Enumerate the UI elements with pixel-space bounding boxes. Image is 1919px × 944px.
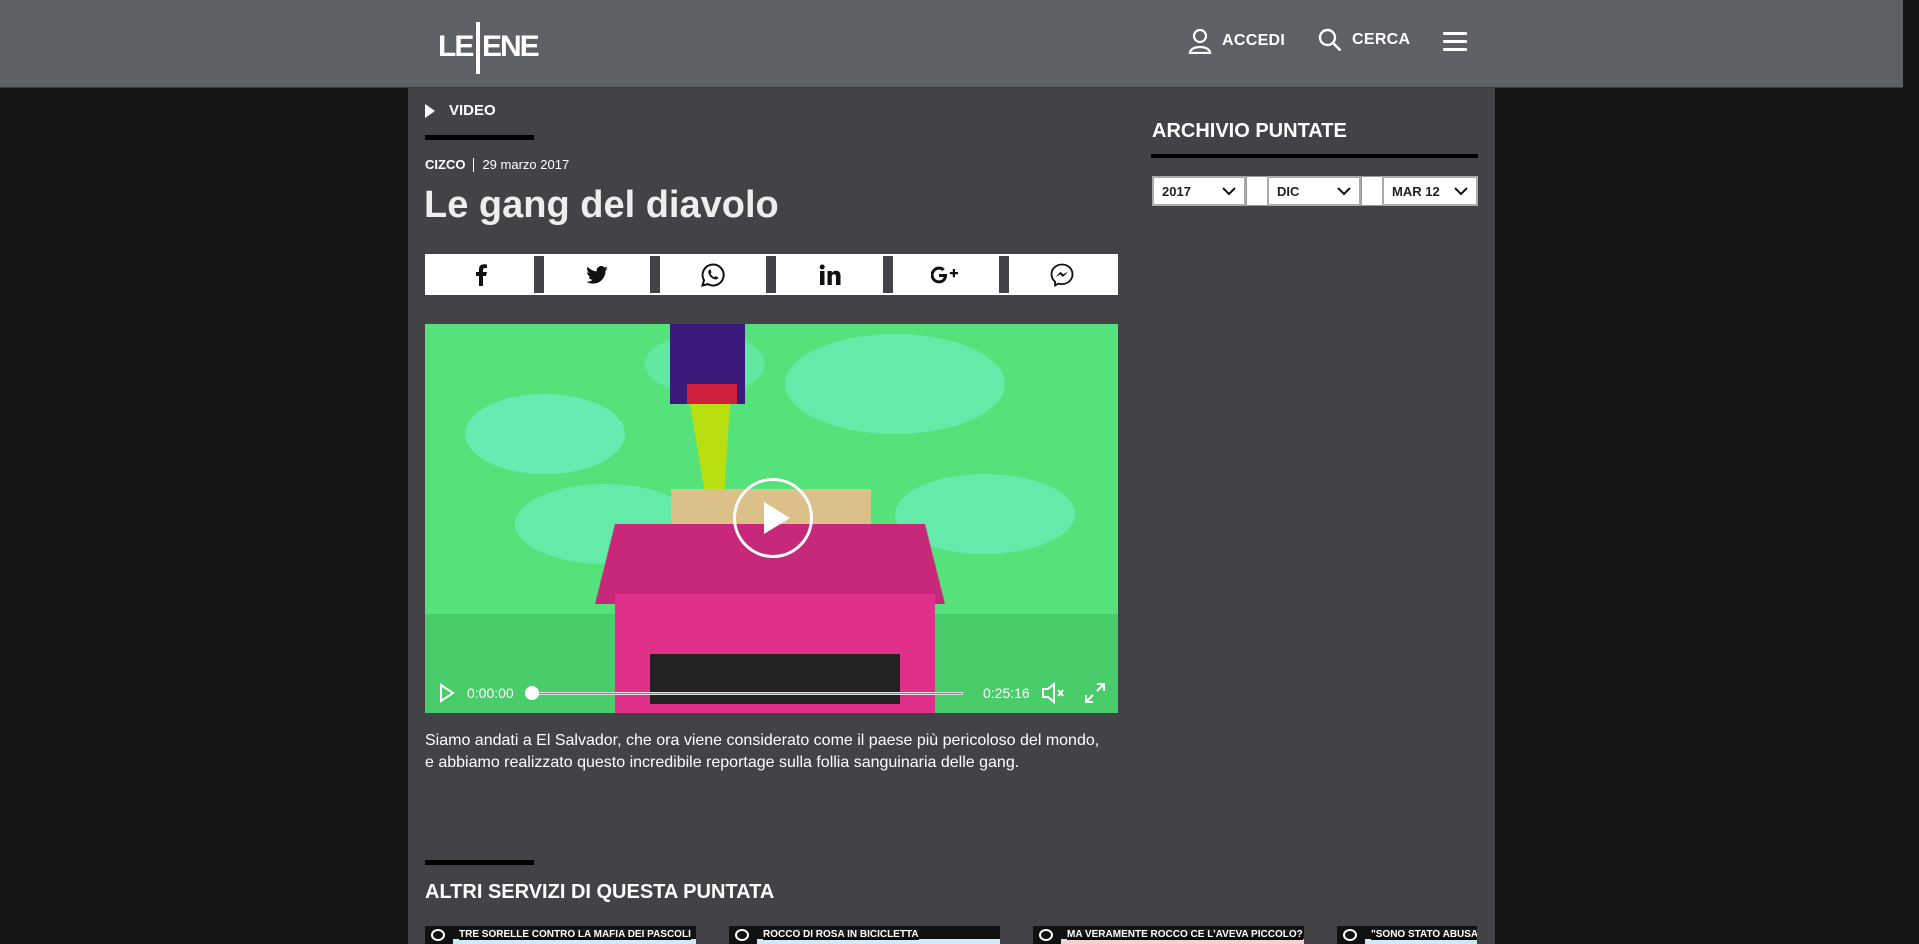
play-icon [764, 502, 790, 534]
related-title: ALTRI SERVIZI DI QUESTA PUNTATA [425, 881, 775, 903]
byline: CIZCO 29 marzo 2017 [425, 157, 569, 172]
chevron-down-icon [1222, 187, 1236, 196]
year-value: 2017 [1162, 183, 1191, 199]
chevron-down-icon [1454, 187, 1468, 196]
big-play-button[interactable] [733, 478, 813, 558]
share-facebook-button[interactable] [428, 256, 534, 293]
messenger-icon [1050, 263, 1074, 287]
section-tag: VIDEO [425, 102, 496, 119]
search-link[interactable]: CERCA [1318, 28, 1410, 52]
channel-logo-icon [735, 929, 749, 941]
facebook-icon [476, 263, 487, 286]
month-select[interactable]: DIC [1267, 176, 1361, 206]
login-link[interactable]: ACCEDI [1188, 28, 1285, 54]
archive-title: ARCHIVIO PUNTATE [1152, 120, 1347, 142]
related-card[interactable]: ROCCO DI ROSA IN BICICLETTA [729, 926, 1000, 944]
episode-value: MAR 12 [1392, 183, 1440, 199]
login-label: ACCEDI [1222, 32, 1286, 49]
month-value: DIC [1277, 183, 1300, 199]
share-separator [650, 256, 661, 293]
share-separator [534, 256, 545, 293]
related-card[interactable]: TRE SORELLE CONTRO LA MAFIA DEI PASCOLI [425, 926, 696, 944]
chevron-down-icon [1337, 187, 1351, 196]
whatsapp-icon [701, 262, 725, 287]
twitter-icon [586, 265, 608, 284]
channel-logo-icon [431, 929, 445, 941]
share-google-plus-button[interactable] [892, 256, 999, 293]
logo-text-right: ENE [482, 30, 540, 63]
related-card-title: MA VERAMENTE ROCCO CE L'AVEVA PICCOLO? [1067, 929, 1303, 940]
share-bar [425, 254, 1118, 295]
fullscreen-icon[interactable] [1084, 682, 1106, 704]
linkedin-icon [819, 264, 841, 285]
share-separator [998, 256, 1009, 293]
progress-bar[interactable] [529, 692, 963, 695]
share-separator [882, 256, 893, 293]
article-description: Siamo andati a El Salvador, che ora vien… [425, 732, 1100, 771]
author-name[interactable]: CIZCO [425, 157, 465, 172]
logo-text-left: LE [438, 30, 474, 63]
hamburger-menu-icon[interactable] [1443, 32, 1467, 52]
main-content: VIDEO CIZCO 29 marzo 2017 Le gang del di… [408, 88, 1495, 944]
player-controls: 0:00:00 0:25:16 [425, 673, 1118, 713]
section-label: VIDEO [449, 102, 496, 119]
archive-rule [1151, 154, 1478, 158]
select-spacer [1361, 176, 1383, 206]
related-card[interactable]: "SONO STATO ABUSATO DA [1337, 926, 1477, 944]
progress-knob[interactable] [525, 686, 539, 700]
related-card[interactable]: MA VERAMENTE ROCCO CE L'AVEVA PICCOLO? [1033, 926, 1304, 944]
site-logo[interactable]: LE ENE [434, 18, 540, 78]
related-card-title: "SONO STATO ABUSATO DA [1371, 929, 1477, 940]
duration: 0:25:16 [983, 685, 1030, 701]
select-spacer [1246, 176, 1268, 206]
user-icon [1188, 28, 1212, 54]
google-plus-icon [930, 266, 958, 283]
channel-logo-icon [1039, 929, 1053, 941]
publish-date: 29 marzo 2017 [482, 157, 570, 172]
play-triangle-icon [425, 103, 435, 118]
current-time: 0:00:00 [467, 685, 514, 701]
share-whatsapp-button[interactable] [660, 256, 767, 293]
top-navigation-bar: LE ENE ACCEDI CERCA [0, 0, 1903, 88]
channel-logo-icon [1343, 929, 1357, 941]
byline-separator [473, 157, 475, 172]
section-rule [425, 135, 534, 140]
search-label: CERCA [1352, 31, 1411, 48]
article-title: Le gang del diavolo [424, 184, 779, 226]
related-carousel: TRE SORELLE CONTRO LA MAFIA DEI PASCOLI … [425, 926, 1495, 944]
episode-select[interactable]: MAR 12 [1382, 176, 1478, 206]
year-select[interactable]: 2017 [1152, 176, 1246, 206]
share-separator [766, 256, 777, 293]
share-linkedin-button[interactable] [776, 256, 883, 293]
related-rule [425, 860, 534, 865]
video-player[interactable]: 0:00:00 0:25:16 [425, 324, 1118, 713]
share-twitter-button[interactable] [544, 256, 651, 293]
related-card-title: ROCCO DI ROSA IN BICICLETTA [763, 929, 919, 940]
related-card-title: TRE SORELLE CONTRO LA MAFIA DEI PASCOLI [459, 929, 691, 940]
search-icon [1318, 28, 1342, 52]
share-messenger-button[interactable] [1008, 256, 1115, 293]
volume-muted-icon[interactable] [1041, 682, 1067, 704]
logo-bar [476, 22, 480, 74]
play-control-icon[interactable] [439, 683, 455, 703]
